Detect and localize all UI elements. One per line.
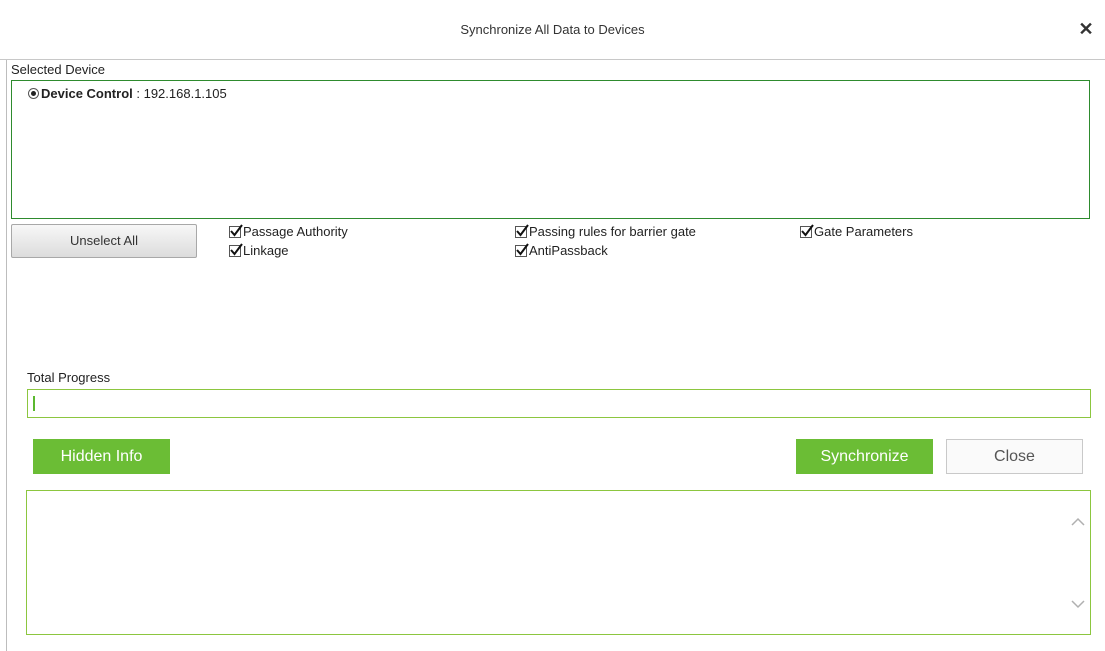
scroll-down-icon[interactable] (1070, 597, 1086, 611)
option-label: Passing rules for barrier gate (529, 224, 696, 239)
checkbox-checked-icon[interactable] (229, 223, 243, 238)
device-radio[interactable] (28, 88, 39, 99)
dialog-titlebar: Synchronize All Data to Devices ✕ (0, 0, 1105, 60)
close-button[interactable]: Close (946, 439, 1083, 474)
option-gate-parameters[interactable]: Gate Parameters (800, 223, 913, 239)
option-passage-authority[interactable]: Passage Authority (229, 223, 348, 239)
checkbox-checked-icon[interactable] (515, 223, 529, 238)
device-item[interactable]: Device Control : 192.168.1.105 (28, 86, 227, 101)
dialog-title: Synchronize All Data to Devices (460, 22, 645, 37)
synchronize-button[interactable]: Synchronize (796, 439, 933, 474)
option-label: Gate Parameters (814, 224, 913, 239)
checkbox-checked-icon[interactable] (800, 223, 814, 238)
total-progress-bar (27, 389, 1091, 418)
option-label: Passage Authority (243, 224, 348, 239)
sync-dialog: Synchronize All Data to Devices ✕ Select… (0, 0, 1105, 651)
hidden-info-button[interactable]: Hidden Info (33, 439, 170, 474)
unselect-all-button[interactable]: Unselect All (11, 224, 197, 258)
option-linkage[interactable]: Linkage (229, 242, 289, 258)
device-list-box: Device Control : 192.168.1.105 (11, 80, 1090, 219)
option-label: Linkage (243, 243, 289, 258)
selected-device-label: Selected Device (11, 62, 105, 77)
dialog-left-border (6, 60, 7, 651)
option-label: AntiPassback (529, 243, 608, 258)
checkbox-checked-icon[interactable] (229, 242, 243, 257)
scroll-up-icon[interactable] (1070, 515, 1086, 529)
device-ip: 192.168.1.105 (143, 86, 227, 101)
device-separator: : (132, 86, 144, 101)
option-antipassback[interactable]: AntiPassback (515, 242, 608, 258)
progress-fill (33, 396, 35, 411)
option-barrier-gate-rules[interactable]: Passing rules for barrier gate (515, 223, 696, 239)
checkbox-checked-icon[interactable] (515, 242, 529, 257)
close-icon[interactable]: ✕ (1076, 17, 1096, 41)
device-name: Device Control (41, 86, 133, 101)
info-log-area[interactable] (26, 490, 1091, 635)
total-progress-label: Total Progress (27, 370, 111, 385)
